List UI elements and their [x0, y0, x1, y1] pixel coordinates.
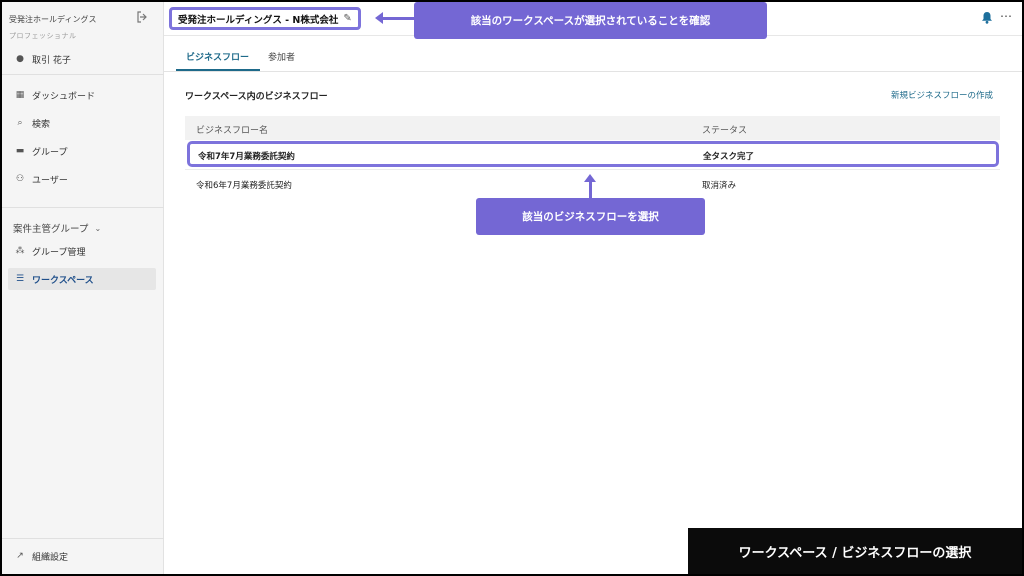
section-title: ワークスペース内のビジネスフロー — [185, 92, 328, 102]
row-status: 全タスク完了 — [703, 152, 755, 162]
tab-bar: ビジネスフロー 参加者 — [164, 38, 1022, 72]
sidebar-item-dashboard[interactable]: ▦ ダッシュボード — [8, 84, 156, 106]
group-icon: ⁂ — [15, 246, 25, 256]
row-name: 令和7年7月業務委託契約 — [198, 152, 295, 162]
user-name: 取引 花子 — [32, 55, 71, 66]
divider — [2, 538, 164, 539]
table-row[interactable]: 令和7年7月業務委託契約 全タスク完了 — [187, 141, 999, 167]
column-header-status: ステータス — [702, 126, 748, 136]
tab-participants[interactable]: 参加者 — [268, 50, 295, 63]
new-business-flow-link[interactable]: 新規ビジネスフローの作成 — [891, 89, 993, 101]
group-header-label: 案件主管グループ — [13, 224, 89, 235]
search-icon: ⌕ — [17, 118, 23, 128]
sidebar-item-label: グループ — [32, 147, 68, 158]
chevron-down-icon: ⌄ — [94, 223, 102, 233]
sidebar: 受発注ホールディングス プロフェッショナル ● 取引 花子 ▦ ダッシュボード … — [2, 2, 164, 574]
sidebar-item-search[interactable]: ⌕ 検索 — [8, 112, 156, 134]
callout-select-business-flow: 該当のビジネスフローを選択 — [476, 198, 705, 235]
callout-arrow — [375, 12, 414, 24]
logout-icon[interactable] — [136, 11, 150, 25]
app-window: 受発注ホールディングス プロフェッショナル ● 取引 花子 ▦ ダッシュボード … — [2, 2, 1022, 574]
table-header: ビジネスフロー名 ステータス — [185, 116, 1000, 140]
plan-label: プロフェッショナル — [9, 32, 77, 40]
tab-underline — [176, 69, 260, 71]
row-status: 取消済み — [702, 181, 737, 191]
folder-icon: ▬ — [15, 146, 25, 156]
column-header-name: ビジネスフロー名 — [196, 126, 269, 136]
callout-arrow — [584, 174, 596, 198]
workspace-title-text: 受発注ホールディングス - N株式会社 — [178, 14, 339, 26]
sidebar-item-group[interactable]: ▬ グループ — [8, 140, 156, 162]
dashboard-icon: ▦ — [15, 90, 25, 100]
callout-confirm-workspace: 該当のワークスペースが選択されていることを確認 — [414, 2, 767, 39]
pencil-icon[interactable]: ✎ — [343, 13, 351, 24]
bell-icon[interactable] — [981, 11, 993, 27]
sidebar-item-users[interactable]: ⚇ ユーザー — [8, 168, 156, 190]
users-icon: ⚇ — [15, 174, 25, 184]
sidebar-item-label: 検索 — [32, 119, 51, 130]
org-name: 受発注ホールディングス — [9, 15, 97, 24]
workspace-title[interactable]: 受発注ホールディングス - N株式会社 ✎ — [169, 7, 361, 30]
divider — [2, 207, 164, 208]
sidebar-item-label: グループ管理 — [32, 247, 86, 258]
sidebar-item-label: ダッシュボード — [32, 91, 96, 102]
sidebar-item-workspace[interactable]: ☰ ワークスペース — [8, 268, 156, 290]
more-icon[interactable]: ⋯ — [1000, 9, 1013, 23]
group-header[interactable]: 案件主管グループ ⌄ — [13, 221, 102, 236]
sidebar-item-group-management[interactable]: ⁂ グループ管理 — [8, 240, 156, 262]
caption-banner: ワークスペース / ビジネスフローの選択 — [688, 528, 1022, 574]
external-link-icon: ↗ — [16, 551, 24, 561]
list-icon: ☰ — [15, 274, 25, 284]
tab-business-flow[interactable]: ビジネスフロー — [186, 50, 249, 63]
divider — [2, 74, 164, 75]
row-name: 令和6年7月業務委託契約 — [196, 181, 292, 191]
sidebar-item-label: 組織設定 — [32, 552, 69, 563]
sidebar-item-org-settings[interactable]: ↗ 組織設定 — [8, 545, 156, 567]
sidebar-item-label: ワークスペース — [32, 275, 94, 286]
user-profile[interactable]: ● 取引 花子 — [8, 48, 156, 70]
sidebar-item-label: ユーザー — [32, 175, 68, 186]
user-circle-icon: ● — [16, 54, 24, 64]
